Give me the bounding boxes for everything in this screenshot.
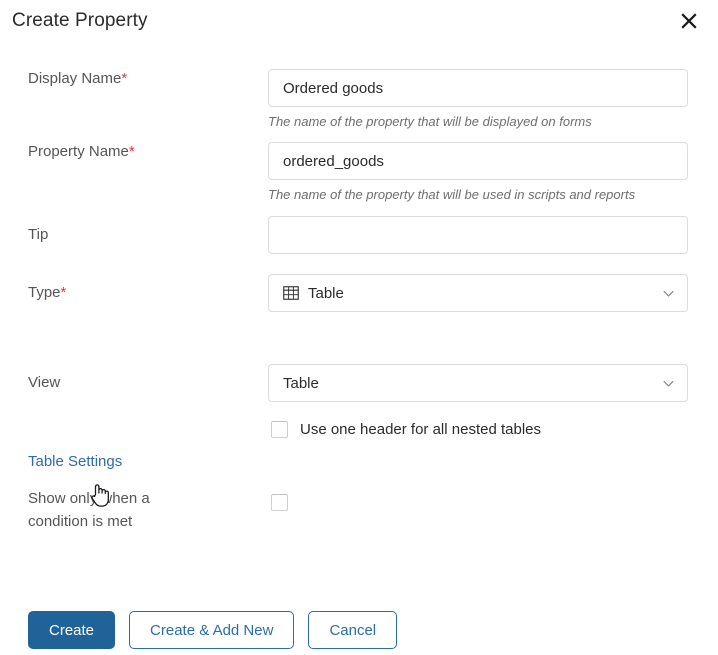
label-type: Type*	[14, 274, 268, 303]
row-property-name: Property Name* The name of the property …	[14, 142, 704, 203]
label-tip: Tip	[28, 226, 49, 243]
row-condition: Show only when a condition is met	[14, 487, 704, 533]
close-button[interactable]	[674, 6, 704, 36]
one-header-checkbox[interactable]	[271, 421, 288, 438]
required-asterisk-display-name: *	[121, 70, 128, 87]
hint-display-name: The name of the property that will be di…	[268, 114, 592, 129]
label-property-name-text: Property Name	[28, 143, 129, 160]
chevron-down-icon	[662, 377, 675, 390]
display-name-input[interactable]	[268, 69, 688, 107]
label-condition: Show only when a condition is met	[14, 487, 268, 533]
field-display-name: The name of the property that will be di…	[268, 69, 704, 130]
property-name-input[interactable]	[268, 142, 688, 180]
row-tip: Tip	[14, 216, 704, 254]
table-grid-icon	[283, 285, 299, 301]
page-title: Create Property	[12, 10, 148, 31]
label-display-name: Display Name*	[14, 69, 268, 89]
label-condition-line1: Show only when a	[28, 490, 150, 507]
label-property-name: Property Name*	[14, 142, 268, 162]
dialog-action-bar: Create Create & Add New Cancel	[28, 611, 398, 649]
table-settings-link[interactable]: Table Settings	[28, 453, 122, 470]
create-and-add-new-button[interactable]: Create & Add New	[129, 611, 295, 649]
hint-property-name: The name of the property that will be us…	[268, 187, 636, 202]
row-one-header: Use one header for all nested tables	[268, 421, 704, 438]
row-table-settings: Table Settings	[14, 452, 704, 472]
label-type-text: Type	[28, 284, 61, 301]
dialog-header: Create Property	[0, 0, 718, 48]
condition-checkbox[interactable]	[271, 494, 288, 511]
row-display-name: Display Name* The name of the property t…	[14, 69, 704, 130]
row-view: View Table Use one header for all nested…	[14, 364, 704, 438]
view-select-value: Table	[283, 374, 319, 392]
field-type: Table	[268, 274, 704, 312]
row-type: Type* Table	[14, 274, 704, 312]
label-view: View	[28, 374, 61, 391]
create-property-form: Display Name* The name of the property t…	[0, 69, 718, 533]
one-header-label: Use one header for all nested tables	[300, 421, 541, 438]
cancel-button[interactable]: Cancel	[308, 611, 398, 649]
label-table-settings: Table Settings	[14, 452, 268, 472]
required-asterisk-property-name: *	[128, 143, 135, 160]
field-view: Table Use one header for all nested tabl…	[268, 364, 704, 438]
field-condition	[268, 487, 704, 516]
required-asterisk-type: *	[60, 284, 67, 301]
close-icon	[679, 11, 699, 31]
type-select-value: Table	[308, 284, 344, 302]
label-condition-line2: condition is met	[28, 513, 133, 530]
field-property-name: The name of the property that will be us…	[268, 142, 704, 203]
create-button[interactable]: Create	[28, 611, 116, 649]
chevron-down-icon	[662, 287, 675, 300]
type-select[interactable]: Table	[268, 274, 688, 312]
field-tip	[268, 216, 704, 254]
label-display-name-text: Display Name	[28, 70, 122, 87]
view-select[interactable]: Table	[268, 364, 688, 402]
tip-input[interactable]	[268, 216, 688, 254]
